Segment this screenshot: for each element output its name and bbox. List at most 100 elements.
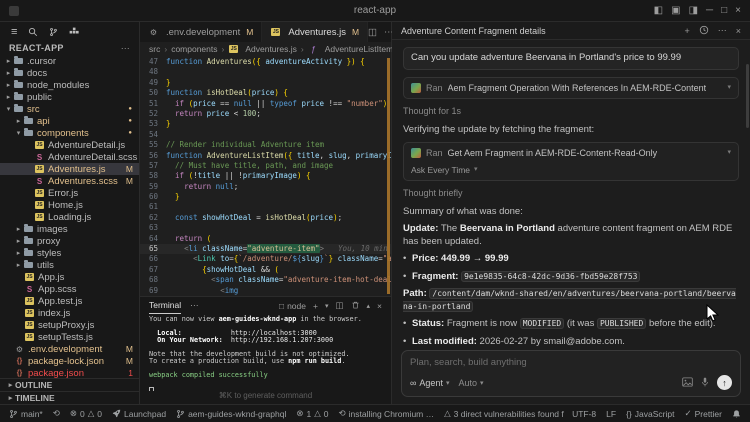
tree-file-AdventureDetail.scss[interactable]: SAdventureDetail.scss xyxy=(0,151,139,163)
new-chat-icon[interactable]: + xyxy=(684,26,689,36)
chat-input[interactable]: Plan, search, build anything xyxy=(410,357,732,368)
tree-folder-public[interactable]: ▸public xyxy=(0,91,139,103)
git-sync[interactable]: ⟲ xyxy=(53,408,60,419)
panel-more-icon[interactable]: ⋯ xyxy=(190,300,199,311)
mic-icon[interactable] xyxy=(701,377,709,389)
tree-file-Adventures.scss[interactable]: SAdventures.scssM xyxy=(0,175,139,187)
repo-aem-guides-wknd-graphql[interactable]: aem-guides-wknd-graphql xyxy=(176,409,286,419)
layout-sidebar-left-icon[interactable]: ◧ xyxy=(654,5,663,16)
tree-folder-images[interactable]: ▸images xyxy=(0,223,139,235)
chat-close-icon[interactable]: × xyxy=(736,26,741,36)
launchpad[interactable]: Launchpad xyxy=(112,409,166,419)
problems[interactable]: ⊗0△0 xyxy=(70,408,102,419)
model-selector[interactable]: Auto▾ xyxy=(458,378,483,388)
tree-file-package-lock.json[interactable]: {}package-lock.jsonM xyxy=(0,355,139,367)
layout-panel-icon[interactable]: ▣ xyxy=(671,5,680,16)
chevron-down-icon[interactable]: ▾ xyxy=(727,147,731,160)
maximize-panel-icon[interactable]: ▴ xyxy=(367,302,371,310)
thought-label[interactable]: Thought for 1s xyxy=(403,105,739,118)
tree-file-package.json[interactable]: {}package.json1 xyxy=(0,367,139,378)
item-name: images xyxy=(37,224,68,235)
split-terminal-icon[interactable]: ◫ xyxy=(335,300,343,311)
tree-folder-api[interactable]: ▸api● xyxy=(0,115,139,127)
close-panel-icon[interactable]: × xyxy=(377,301,382,311)
tree-folder-styles[interactable]: ▸styles xyxy=(0,247,139,259)
menu-icon[interactable]: ≡ xyxy=(11,26,17,38)
tree-file-Error.js[interactable]: JSError.js xyxy=(0,187,139,199)
extensions-icon[interactable] xyxy=(69,27,79,37)
breadcrumb-item[interactable]: src xyxy=(149,44,160,54)
section-outline[interactable]: ▸OUTLINE xyxy=(0,378,139,391)
status-label: LF xyxy=(606,409,616,419)
tool-call[interactable]: RanGet Aem Fragment in AEM-RDE-Content-R… xyxy=(403,142,739,181)
explorer-header[interactable]: REACT-APP ⋯ xyxy=(0,41,139,55)
terminal-instance[interactable]: □node xyxy=(279,301,306,311)
image-icon[interactable] xyxy=(682,377,693,389)
minimize-button[interactable]: ─ xyxy=(706,5,713,16)
tree-folder-src[interactable]: ▾src● xyxy=(0,103,139,115)
tree-file-index.js[interactable]: JSindex.js xyxy=(0,307,139,319)
breadcrumb-item[interactable]: components xyxy=(171,44,217,54)
close-button[interactable]: × xyxy=(735,5,741,16)
tab-.env.development[interactable]: ⚙.env.developmentM xyxy=(140,22,262,42)
line-number: 64 xyxy=(140,234,166,244)
git-branch[interactable]: main* xyxy=(9,409,43,419)
tree-folder-docs[interactable]: ▸docs xyxy=(0,67,139,79)
thought-label[interactable]: Thought briefly xyxy=(403,187,739,200)
tree-folder-.cursor[interactable]: ▸.cursor xyxy=(0,55,139,67)
tree-file-.env.development[interactable]: ⚙.env.developmentM xyxy=(0,343,139,355)
kill-terminal-icon[interactable] xyxy=(351,300,360,312)
file-type-icon: ⚙ xyxy=(14,345,25,354)
tree-file-setupProxy.js[interactable]: JSsetupProxy.js xyxy=(0,319,139,331)
tree-file-Loading.js[interactable]: JSLoading.js xyxy=(0,211,139,223)
folder-icon xyxy=(23,226,34,233)
terminal-link[interactable]: http://192.168.1.207:3000 xyxy=(231,336,333,344)
tree-folder-components[interactable]: ▾components● xyxy=(0,127,139,139)
chat-history-icon[interactable] xyxy=(699,25,709,37)
maximize-button[interactable]: □ xyxy=(721,5,727,16)
problems-secondary[interactable]: ⊗1△0 xyxy=(296,408,328,419)
status-bar: main* ⟲ ⊗0△0 Launchpad aem-guides-wknd-graph… xyxy=(0,404,750,422)
breadcrumb-item[interactable]: ƒAdventureListItem xyxy=(308,44,394,54)
tree-folder-proxy[interactable]: ▸proxy xyxy=(0,235,139,247)
tree-file-Home.js[interactable]: JSHome.js xyxy=(0,199,139,211)
chat-input-box[interactable]: Plan, search, build anything ∞Agent▾ Aut… xyxy=(401,350,741,397)
section-timeline[interactable]: ▸TIMELINE xyxy=(0,391,139,404)
tree-folder-node_modules[interactable]: ▸node_modules xyxy=(0,79,139,91)
new-terminal-icon[interactable]: + xyxy=(313,301,318,311)
tree-file-AdventureDetail.js[interactable]: JSAdventureDetail.js xyxy=(0,139,139,151)
tool-call[interactable]: RanAem Fragment Operation With Reference… xyxy=(403,77,739,100)
overview-ruler[interactable] xyxy=(387,58,390,294)
source-control-icon[interactable] xyxy=(49,27,58,37)
tree-folder-utils[interactable]: ▸utils xyxy=(0,259,139,271)
layout-sidebar-right-icon[interactable]: ◨ xyxy=(689,5,698,16)
terminal-output[interactable]: You can now view aem-guides-wknd-app in … xyxy=(140,314,391,391)
chat-more-icon[interactable]: ⋯ xyxy=(718,25,727,36)
vulnerabilities[interactable]: △3 direct vulnerabilities found for all … xyxy=(444,408,564,419)
eol[interactable]: LF xyxy=(606,409,616,419)
language-mode[interactable]: {}JavaScript xyxy=(626,409,674,419)
notifications[interactable] xyxy=(732,409,741,419)
scrollbar-thumb[interactable] xyxy=(746,64,749,128)
breadcrumb-item[interactable]: JSAdventures.js xyxy=(228,44,297,54)
prettier[interactable]: ✓Prettier xyxy=(684,408,722,419)
tree-file-App.scss[interactable]: SApp.scss xyxy=(0,283,139,295)
tab-terminal[interactable]: Terminal xyxy=(149,297,181,314)
code-editor[interactable]: 47function Adventures({ adventureActivit… xyxy=(140,56,391,296)
terminal-profile-caret-icon[interactable]: ▾ xyxy=(325,302,329,310)
explorer-actions-icon[interactable]: ⋯ xyxy=(121,43,130,54)
tree-file-App.js[interactable]: JSApp.js xyxy=(0,271,139,283)
chevron-down-icon[interactable]: ▾ xyxy=(727,82,731,95)
tree-file-Adventures.js[interactable]: JSAdventures.jsM xyxy=(0,163,139,175)
breadcrumb-label: AdventureListItem xyxy=(325,44,394,54)
tree-file-App.test.js[interactable]: JSApp.test.js xyxy=(0,295,139,307)
search-icon[interactable] xyxy=(28,27,38,37)
encoding[interactable]: UTF-8 xyxy=(572,409,596,419)
tab-Adventures.js[interactable]: JSAdventures.jsM xyxy=(262,22,368,42)
agent-mode-selector[interactable]: ∞Agent▾ xyxy=(410,378,449,388)
tree-file-setupTests.js[interactable]: JSsetupTests.js xyxy=(0,331,139,343)
permission-dropdown[interactable]: Ask Every Time▾ xyxy=(411,164,731,177)
send-button[interactable]: ↑ xyxy=(717,375,732,390)
split-editor-icon[interactable]: ◫ xyxy=(368,27,377,38)
installing-chromium[interactable]: ⟲installing Chromium … xyxy=(339,408,435,419)
